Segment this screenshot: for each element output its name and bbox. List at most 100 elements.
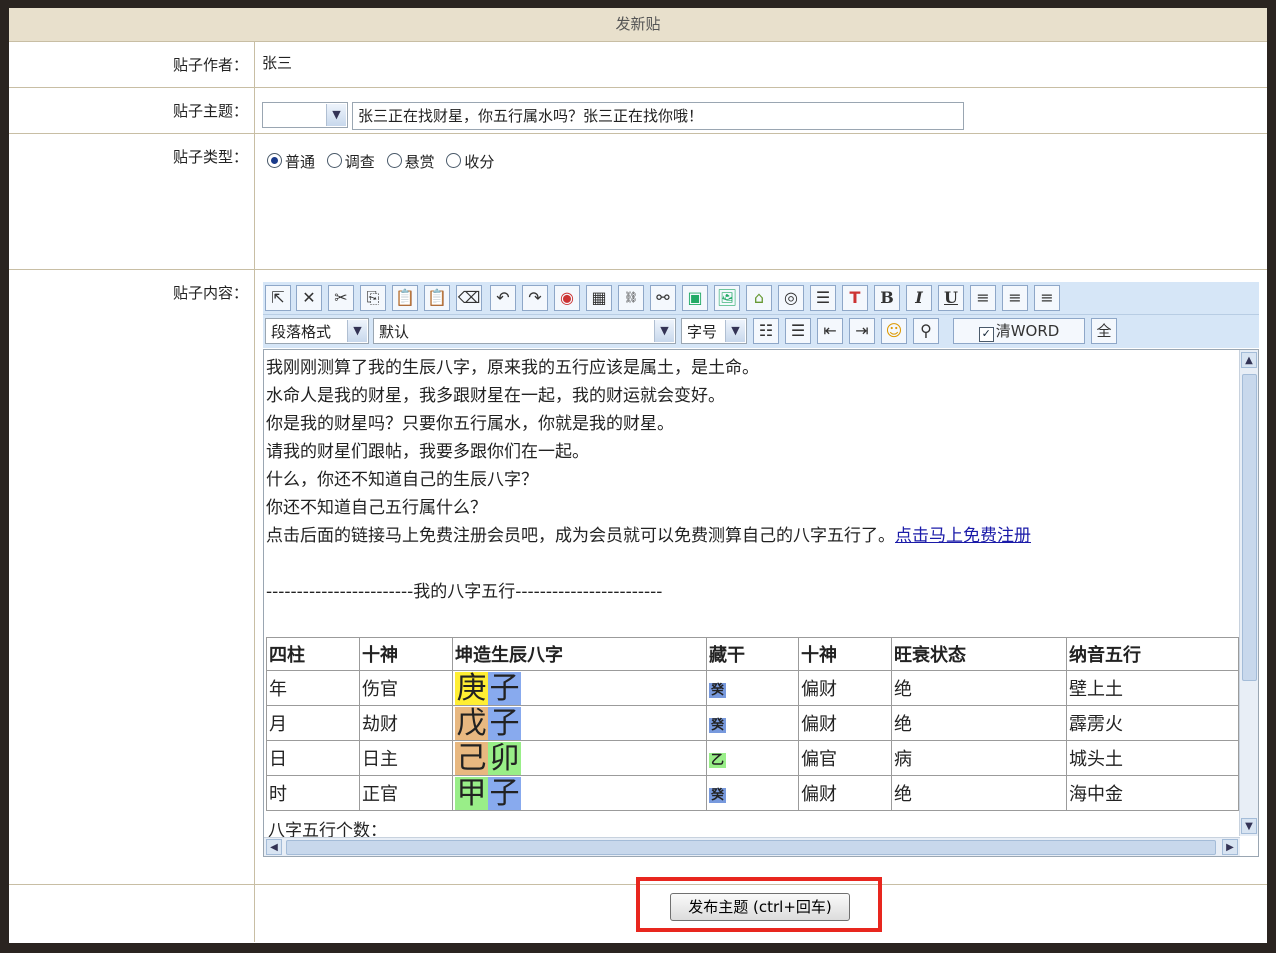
- scroll-thumb[interactable]: [286, 840, 1216, 855]
- undo-icon[interactable]: ↶: [490, 285, 516, 311]
- type-radio-points[interactable]: 收分: [446, 151, 494, 172]
- table-row: 日 日主 己卯 乙 偏官 病 城头土: [266, 740, 1239, 776]
- text-color-icon[interactable]: T: [842, 285, 868, 311]
- find-icon[interactable]: ⚲: [913, 318, 939, 344]
- type-label: 贴子类型：: [172, 148, 248, 166]
- radio-icon: [446, 153, 462, 168]
- cursor-icon[interactable]: ⇱: [265, 285, 291, 311]
- heavenly-stem: 甲: [455, 775, 488, 811]
- underline-icon[interactable]: U: [938, 285, 964, 311]
- table-row: 时 正官 甲子 癸 偏财 绝 海中金: [266, 775, 1239, 811]
- table-row: 年 伤官 庚子 癸 偏财 绝 壁上土: [266, 670, 1239, 706]
- register-link[interactable]: 点击马上免费注册: [895, 526, 1031, 546]
- paragraph-format-select[interactable]: 段落格式 ▼: [265, 318, 369, 344]
- vertical-scrollbar[interactable]: ▲ ▼: [1239, 350, 1258, 836]
- author-row: 贴子作者： 张三: [9, 42, 1267, 88]
- copy-icon[interactable]: ⎘: [360, 285, 386, 311]
- type-radio-normal[interactable]: 普通: [267, 151, 315, 172]
- content-editor[interactable]: 我刚刚测算了我的生辰八字，原来我的五行应该是属土，是土命。 水命人是我的财星，我…: [263, 349, 1259, 857]
- submit-button[interactable]: 发布主题 (ctrl+回车): [670, 893, 850, 921]
- outdent-icon[interactable]: ⇤: [817, 318, 843, 344]
- table-icon[interactable]: ▦: [586, 285, 612, 311]
- chevron-down-icon: ▼: [654, 320, 674, 342]
- chevron-down-icon: ▼: [326, 104, 346, 126]
- content-line: 点击后面的链接马上免费注册会员吧，成为会员就可以免费测算自己的八字五行了。: [266, 526, 895, 546]
- table-row: 月 劫财 戊子 癸 偏财 绝 霹雳火: [266, 705, 1239, 741]
- italic-icon[interactable]: I: [906, 285, 932, 311]
- editor-toolbar-format: 段落格式 ▼ 默认 ▼ 字号 ▼ ☷ ☰ ⇤ ⇥ ☺ ⚲ ✓ 清WORD 全: [263, 315, 1259, 348]
- table-header: 四柱: [266, 637, 360, 671]
- paste-text-icon[interactable]: 📋: [424, 285, 450, 311]
- content-line: 我刚刚测算了我的生辰八字，原来我的五行应该是属土，是土命。: [266, 358, 759, 378]
- scroll-left-icon[interactable]: ◀: [266, 839, 282, 855]
- radio-icon: [267, 153, 282, 168]
- page-title: 发新贴: [9, 8, 1267, 42]
- radio-icon: [386, 153, 402, 168]
- post-form: 发新贴 贴子作者： 张三 贴子主题： ▼ 张三正在找财星，你五行属水吗？张三正在…: [9, 8, 1267, 943]
- hidden-stem: 癸: [709, 717, 727, 733]
- web-link-icon[interactable]: ⛓: [618, 285, 644, 311]
- align-right-icon[interactable]: ≡: [1034, 285, 1060, 311]
- checkbox-icon: ✓: [978, 327, 994, 342]
- indent-icon[interactable]: ⇥: [849, 318, 875, 344]
- type-row: 贴子类型：: [9, 134, 1267, 270]
- align-center-icon[interactable]: ≡: [1002, 285, 1028, 311]
- paste-icon[interactable]: 📋: [392, 285, 418, 311]
- font-size-select[interactable]: 字号 ▼: [681, 318, 747, 344]
- emoticon-icon[interactable]: ☺: [881, 318, 907, 344]
- eraser-icon[interactable]: ⌫: [456, 285, 482, 311]
- hidden-stem: 癸: [709, 787, 727, 803]
- separator-line: ------------------------我的八字五行----------…: [266, 582, 663, 602]
- earthly-branch: 卯: [488, 740, 521, 776]
- unlink-icon[interactable]: ⚯: [650, 285, 676, 311]
- chevron-down-icon: ▼: [347, 320, 367, 342]
- stamp-icon[interactable]: ◉: [554, 285, 580, 311]
- scroll-thumb[interactable]: [1242, 374, 1257, 681]
- font-select[interactable]: 默认 ▼: [373, 318, 676, 344]
- clear-word-button[interactable]: ✓ 清WORD: [953, 318, 1085, 344]
- scroll-up-icon[interactable]: ▲: [1241, 352, 1257, 368]
- earthly-branch: 子: [488, 775, 521, 811]
- delete-icon[interactable]: ✕: [296, 285, 322, 311]
- earthly-branch: 子: [488, 705, 521, 741]
- image-icon[interactable]: ▣: [682, 285, 708, 311]
- editor-content: 我刚刚测算了我的生辰八字，原来我的五行应该是属土，是土命。 水命人是我的财星，我…: [266, 354, 1238, 606]
- bold-icon[interactable]: B: [874, 285, 900, 311]
- scroll-down-icon[interactable]: ▼: [1241, 818, 1257, 834]
- ordered-list-icon[interactable]: ☷: [753, 318, 779, 344]
- post-type-group: 普通 调查 悬赏 收分: [267, 151, 501, 172]
- align-left-icon[interactable]: ≡: [970, 285, 996, 311]
- submit-highlight: 发布主题 (ctrl+回车): [636, 877, 882, 932]
- type-radio-survey[interactable]: 调查: [326, 151, 375, 172]
- bazi-table: 四柱 十神 坤造生辰八字 藏干 十神 旺衰状态 纳音五行 年 伤官 庚子 癸 偏…: [266, 637, 1239, 811]
- content-line: 请我的财星们跟帖，我要多跟你们在一起。: [266, 442, 589, 462]
- hidden-stem: 癸: [709, 682, 727, 698]
- scroll-right-icon[interactable]: ▶: [1222, 839, 1238, 855]
- picture-icon[interactable]: 🖼: [714, 285, 740, 311]
- gallery-icon[interactable]: ⌂: [746, 285, 772, 311]
- fullscreen-button[interactable]: 全: [1091, 318, 1117, 344]
- subject-prefix-select[interactable]: ▼: [262, 102, 348, 128]
- radio-icon: [326, 153, 342, 168]
- cut-icon[interactable]: ✂: [328, 285, 354, 311]
- table-header: 十神: [798, 637, 892, 671]
- table-header: 坤造生辰八字: [452, 637, 707, 671]
- heavenly-stem: 己: [455, 740, 488, 776]
- hidden-stem: 乙: [709, 752, 727, 768]
- table-header: 纳音五行: [1066, 637, 1239, 671]
- heavenly-stem: 戊: [455, 705, 488, 741]
- earthly-branch: 子: [488, 670, 521, 706]
- table-header: 旺衰状态: [891, 637, 1067, 671]
- horizontal-scrollbar[interactable]: ◀ ▶: [264, 837, 1240, 856]
- type-radio-reward[interactable]: 悬赏: [386, 151, 435, 172]
- table-header: 十神: [359, 637, 453, 671]
- unordered-list-icon[interactable]: ☰: [785, 318, 811, 344]
- content-line: 水命人是我的财星，我多跟财星在一起，我的财运就会变好。: [266, 386, 725, 406]
- table-header-row: 四柱 十神 坤造生辰八字 藏干 十神 旺衰状态 纳音五行: [266, 637, 1239, 671]
- media-icon[interactable]: ◎: [778, 285, 804, 311]
- content-line: 什么，你还不知道自己的生辰八字？: [266, 470, 538, 490]
- redo-icon[interactable]: ↷: [522, 285, 548, 311]
- subject-input[interactable]: 张三正在找财星，你五行属水吗？张三正在找你哦！: [352, 102, 964, 130]
- content-label: 贴子内容：: [172, 284, 248, 302]
- form-icon[interactable]: ☰: [810, 285, 836, 311]
